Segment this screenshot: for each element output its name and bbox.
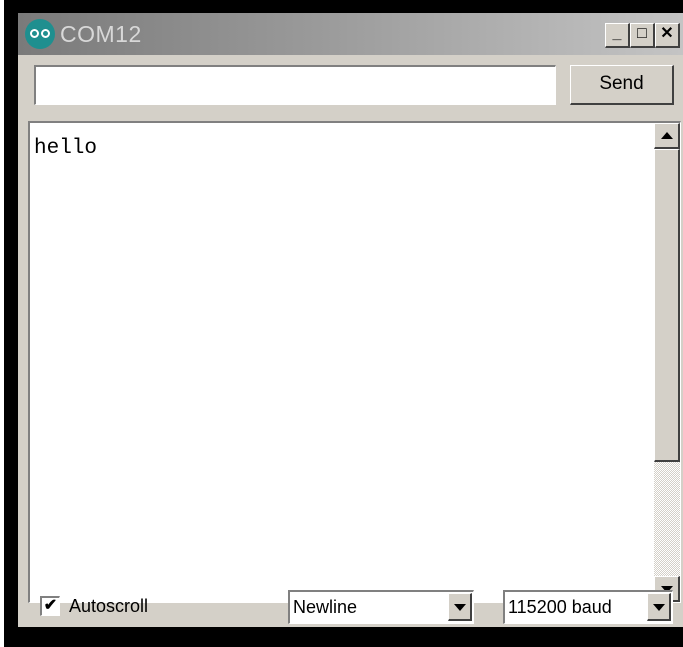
- baud-rate-select[interactable]: 115200 baud: [503, 590, 673, 624]
- line-ending-dropdown-button[interactable]: [448, 593, 472, 621]
- minimize-button[interactable]: _: [605, 23, 630, 48]
- maximize-button[interactable]: □: [630, 23, 655, 48]
- baud-rate-value: 115200 baud: [508, 597, 612, 617]
- dropdown-arrow-icon: [653, 604, 665, 611]
- window-title: COM12: [60, 21, 142, 47]
- autoscroll-toggle[interactable]: ✔ Autoscroll: [40, 591, 148, 621]
- dropdown-arrow-icon: [454, 604, 466, 611]
- send-input[interactable]: [34, 65, 556, 105]
- line-ending-value: Newline: [293, 597, 358, 617]
- line-ending-select[interactable]: Newline: [288, 590, 474, 624]
- serial-monitor-window: COM12 _ □ ✕ Send hello ✔ Autoscroll Newl…: [4, 0, 683, 647]
- vertical-scrollbar[interactable]: [654, 123, 680, 602]
- scroll-up-button[interactable]: [654, 123, 680, 149]
- serial-output[interactable]: hello: [28, 121, 681, 603]
- footer-bar: ✔ Autoscroll Newline 115200 baud: [18, 590, 683, 627]
- close-button[interactable]: ✕: [655, 23, 680, 48]
- scrollbar-thumb[interactable]: [654, 149, 680, 462]
- baud-rate-dropdown-button[interactable]: [647, 593, 671, 621]
- scroll-up-icon: [661, 132, 673, 139]
- autoscroll-label: Autoscroll: [69, 595, 149, 616]
- output-line: hello: [34, 137, 98, 160]
- send-button[interactable]: Send: [570, 65, 674, 105]
- title-bar[interactable]: COM12 _ □ ✕: [18, 13, 683, 55]
- client-area: Send hello ✔ Autoscroll Newline 115200 b…: [18, 55, 683, 627]
- autoscroll-checkbox[interactable]: ✔: [40, 596, 60, 616]
- arduino-logo-icon: [25, 19, 55, 49]
